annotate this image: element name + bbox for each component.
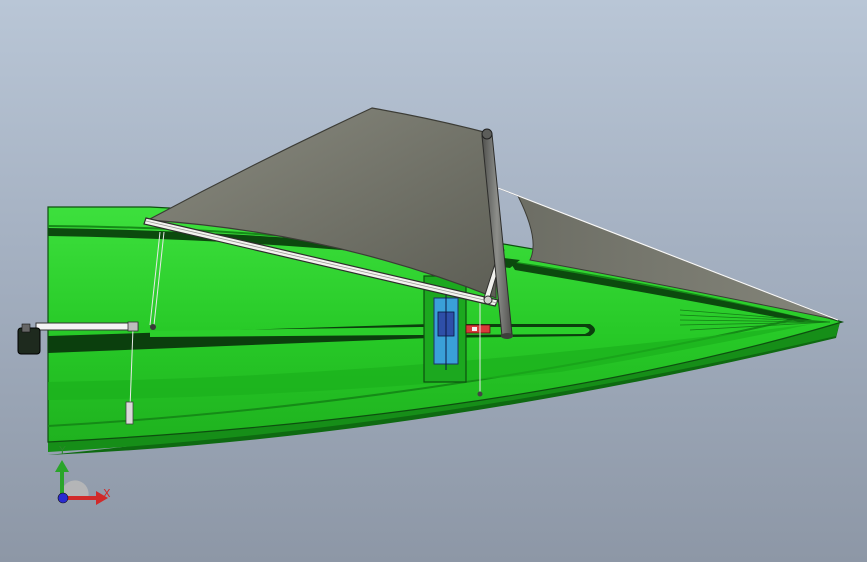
tiller-arm [35,322,139,331]
axis-x-label: X [103,487,111,500]
graphics-viewport[interactable]: X Y [0,0,867,562]
servo-red [465,324,491,334]
triad-icon [55,460,108,505]
axis-y-label: Y [59,444,66,457]
boat-model[interactable] [0,0,867,562]
rudder-servo [125,401,134,425]
